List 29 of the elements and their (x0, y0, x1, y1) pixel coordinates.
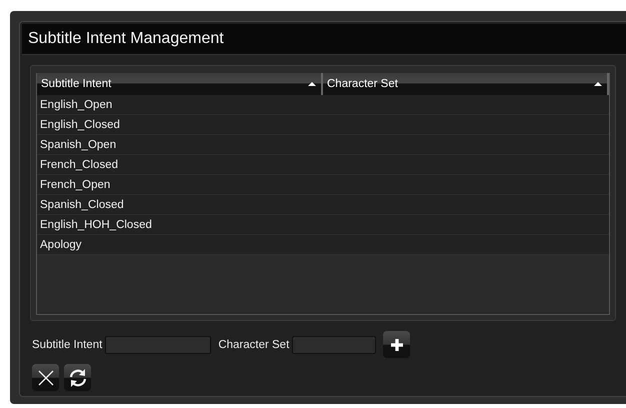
table-cell: French_Open (40, 178, 110, 190)
add-button[interactable] (383, 331, 410, 358)
table-row[interactable]: English_Closed (37, 115, 609, 135)
input-field[interactable] (105, 336, 212, 354)
refresh-button[interactable] (64, 364, 91, 391)
table-row[interactable]: French_Closed (37, 155, 609, 175)
field-label: Subtitle Intent (32, 338, 102, 350)
column-header[interactable]: Subtitle Intent (37, 73, 323, 95)
table-cell: Apology (40, 238, 82, 250)
cross-icon (36, 368, 54, 386)
table-row[interactable]: Spanish_Open (37, 135, 609, 155)
table-cell: Spanish_Open (40, 138, 116, 150)
table-row[interactable]: Apology (37, 235, 609, 255)
table-row[interactable]: Spanish_Closed (37, 195, 609, 215)
table-cell: English_Closed (40, 118, 120, 130)
table-row[interactable]: French_Open (37, 175, 609, 195)
table-cell: Spanish_Closed (40, 198, 124, 210)
input-field[interactable] (292, 336, 376, 354)
column-header[interactable]: Character Set (323, 73, 609, 95)
table-cell: English_HOH_Closed (40, 218, 152, 230)
table-cell: French_Closed (40, 158, 118, 170)
window-title: Subtitle Intent Management (28, 30, 224, 48)
field-label: Character Set (218, 338, 290, 350)
delete-button[interactable] (32, 364, 59, 391)
table-row[interactable]: English_HOH_Closed (37, 215, 609, 235)
plus-icon (390, 338, 404, 352)
refresh-icon (68, 368, 88, 388)
table-row[interactable]: English_Open (37, 95, 609, 115)
table-cell: English_Open (40, 98, 112, 110)
